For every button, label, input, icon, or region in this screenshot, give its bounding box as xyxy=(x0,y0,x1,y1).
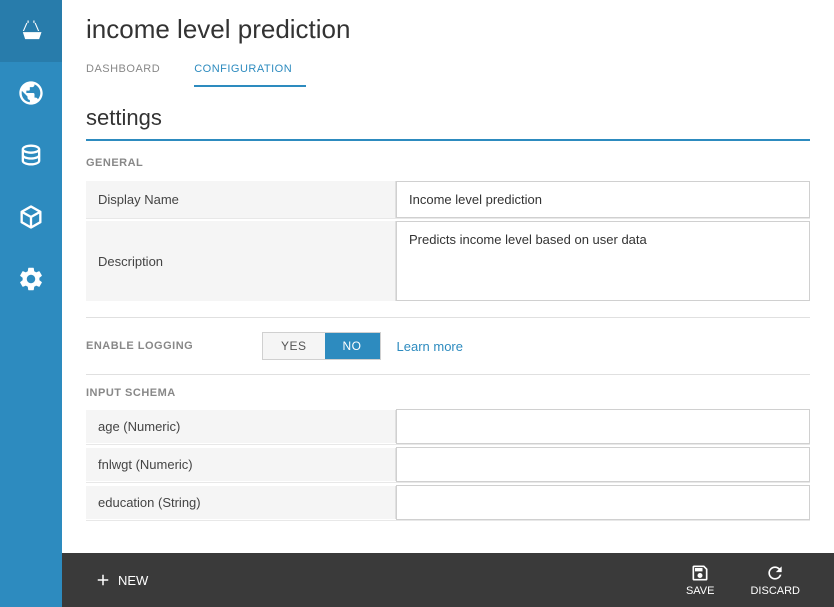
display-name-label: Display Name xyxy=(86,181,396,218)
page-title: income level prediction xyxy=(86,14,810,45)
tab-configuration[interactable]: CONFIGURATION xyxy=(194,57,306,87)
schema-fnlwgt-label: fnlwgt (Numeric) xyxy=(86,448,396,481)
tabs: DASHBOARD CONFIGURATION xyxy=(86,57,810,87)
yes-button[interactable]: YES xyxy=(263,333,325,359)
sidebar xyxy=(0,0,62,607)
general-label: GENERAL xyxy=(86,157,810,169)
display-name-row: Display Name Income level prediction xyxy=(86,181,810,219)
schema-age-input[interactable] xyxy=(396,409,810,444)
schema-row-fnlwgt: fnlwgt (Numeric) xyxy=(86,447,810,483)
schema-label: INPUT SCHEMA xyxy=(86,387,810,399)
toolbar-right: SAVE DISCARD xyxy=(668,559,818,601)
header: income level prediction DASHBOARD CONFIG… xyxy=(62,0,834,87)
save-label: SAVE xyxy=(686,585,715,597)
description-value[interactable]: Predicts income level based on user data xyxy=(396,221,810,301)
logging-section: ENABLE LOGGING YES NO Learn more xyxy=(86,317,810,375)
description-label: Description xyxy=(86,221,396,301)
globe-icon[interactable] xyxy=(0,62,62,124)
schema-age-label: age (Numeric) xyxy=(86,410,396,443)
schema-row-age: age (Numeric) xyxy=(86,409,810,445)
save-button[interactable]: SAVE xyxy=(668,559,733,601)
discard-label: DISCARD xyxy=(750,585,800,597)
content-area: settings GENERAL Display Name Income lev… xyxy=(62,87,834,553)
new-button[interactable]: NEW xyxy=(78,567,164,593)
logging-row: ENABLE LOGGING YES NO Learn more xyxy=(86,332,810,360)
general-section: GENERAL Display Name Income level predic… xyxy=(86,157,810,301)
discard-button[interactable]: DISCARD xyxy=(732,559,818,601)
toggle-group: YES NO xyxy=(262,332,381,360)
settings-icon[interactable] xyxy=(0,248,62,310)
schema-section: INPUT SCHEMA age (Numeric) fnlwgt (Numer… xyxy=(86,387,810,521)
toolbar: NEW SAVE DISCARD xyxy=(62,553,834,607)
logging-label: ENABLE LOGGING xyxy=(86,340,246,352)
learn-more-link[interactable]: Learn more xyxy=(397,339,463,354)
schema-fnlwgt-input[interactable] xyxy=(396,447,810,482)
new-button-label: NEW xyxy=(118,573,148,588)
schema-education-input[interactable] xyxy=(396,485,810,520)
tab-dashboard[interactable]: DASHBOARD xyxy=(86,57,174,87)
flask-icon[interactable] xyxy=(0,0,62,62)
description-row: Description Predicts income level based … xyxy=(86,221,810,301)
schema-education-label: education (String) xyxy=(86,486,396,519)
no-button[interactable]: NO xyxy=(325,333,380,359)
database-icon[interactable] xyxy=(0,124,62,186)
display-name-value[interactable]: Income level prediction xyxy=(396,181,810,218)
settings-title: settings xyxy=(86,87,810,141)
schema-row-education: education (String) xyxy=(86,485,810,521)
cube-icon[interactable] xyxy=(0,186,62,248)
main-content: income level prediction DASHBOARD CONFIG… xyxy=(62,0,834,607)
